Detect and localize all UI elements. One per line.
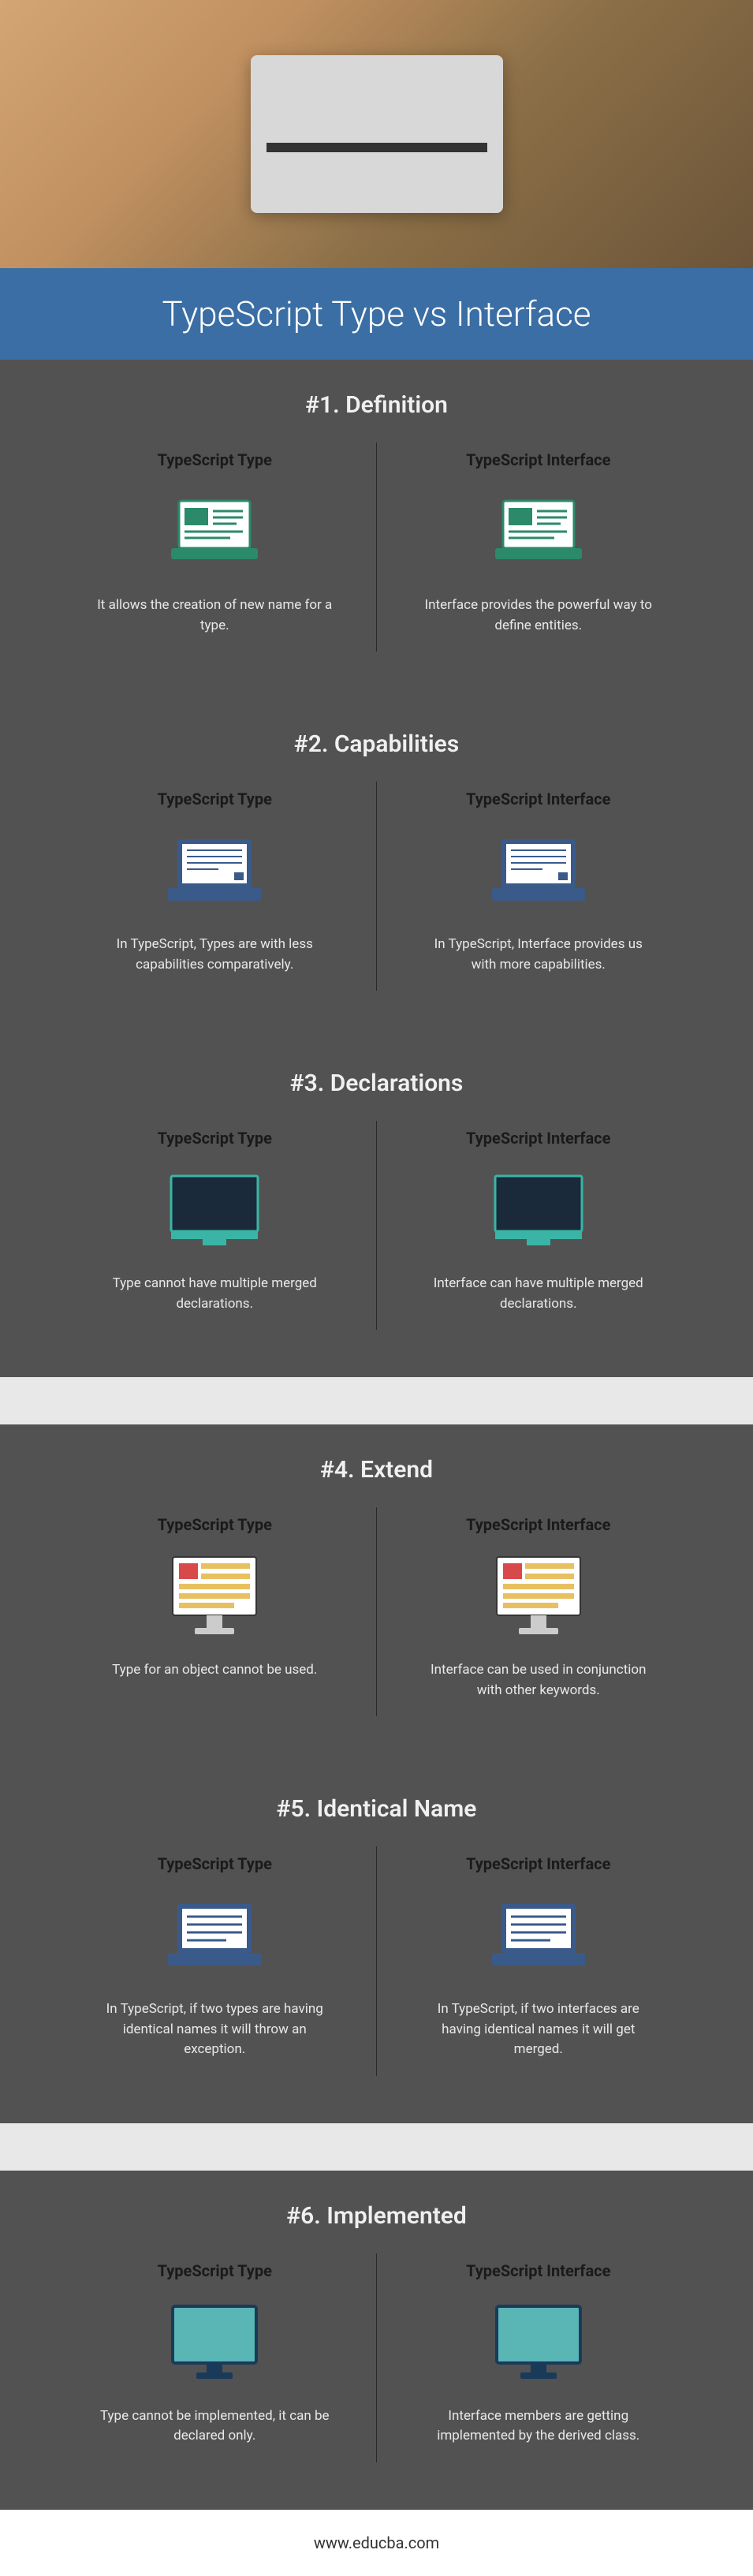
section-declarations: #3. Declarations TypeScript Type Type ca… <box>0 1038 753 1377</box>
col-desc: In TypeScript, if two interfaces are hav… <box>420 1999 657 2060</box>
laptop-bluewhite-icon <box>85 824 345 919</box>
col-interface: TypeScript Interface Interface provides … <box>377 442 700 651</box>
section-title: #6. Implemented <box>0 2202 753 2230</box>
col-type: TypeScript Type Type cannot have multipl… <box>54 1121 378 1330</box>
laptop-green-icon <box>85 485 345 580</box>
monitor-teal-icon <box>85 2296 345 2391</box>
desktop-red-icon <box>408 1550 669 1645</box>
col-heading-interface: TypeScript Interface <box>408 450 669 469</box>
col-heading-type: TypeScript Type <box>85 450 345 469</box>
page-title: TypeScript Type vs Interface <box>0 268 753 360</box>
col-interface: TypeScript Interface Interface members a… <box>377 2253 700 2462</box>
col-heading-interface: TypeScript Interface <box>408 790 669 808</box>
col-desc: It allows the creation of new name for a… <box>96 595 333 636</box>
section-extend: #4. Extend TypeScript Type Type for an o… <box>0 1424 753 1764</box>
laptop-lines-icon <box>85 1889 345 1984</box>
col-type: TypeScript Type It allows the creation o… <box>54 442 378 651</box>
section-capabilities: #2. Capabilities TypeScript Type In Type… <box>0 699 753 1038</box>
col-desc: Interface provides the powerful way to d… <box>420 595 657 636</box>
section-title: #2. Capabilities <box>0 730 753 758</box>
footer-url: www.educba.com <box>0 2510 753 2576</box>
col-heading-type: TypeScript Type <box>85 790 345 808</box>
section-title: #4. Extend <box>0 1456 753 1484</box>
divider <box>0 2123 753 2171</box>
laptop-lines-icon <box>408 1889 669 1984</box>
col-heading-interface: TypeScript Interface <box>408 2261 669 2280</box>
laptop-green-icon <box>408 485 669 580</box>
monitor-dark-icon <box>408 1163 669 1258</box>
col-interface: TypeScript Interface Interface can be us… <box>377 1507 700 1716</box>
col-type: TypeScript Type In TypeScript, Types are… <box>54 782 378 991</box>
col-heading-type: TypeScript Type <box>85 1129 345 1148</box>
col-desc: Type cannot be implemented, it can be de… <box>96 2406 333 2447</box>
hero-image <box>0 0 753 268</box>
col-desc: In TypeScript, if two types are having i… <box>96 1999 333 2060</box>
col-desc: Interface members are getting implemente… <box>420 2406 657 2447</box>
col-type: TypeScript Type Type for an object canno… <box>54 1507 378 1716</box>
laptop-bluewhite-icon <box>408 824 669 919</box>
col-type: TypeScript Type In TypeScript, if two ty… <box>54 1846 378 2076</box>
col-desc: Interface can have multiple merged decla… <box>420 1274 657 1314</box>
col-interface: TypeScript Interface In TypeScript, Inte… <box>377 782 700 991</box>
col-desc: Type for an object cannot be used. <box>96 1660 333 1681</box>
col-heading-type: TypeScript Type <box>85 2261 345 2280</box>
col-heading-interface: TypeScript Interface <box>408 1854 669 1873</box>
col-desc: In TypeScript, Types are with less capab… <box>96 935 333 975</box>
desktop-red-icon <box>85 1550 345 1645</box>
section-definition: #1. Definition TypeScript Type It allows… <box>0 360 753 699</box>
col-interface: TypeScript Interface Interface can have … <box>377 1121 700 1330</box>
col-desc: Interface can be used in conjunction wit… <box>420 1660 657 1701</box>
col-heading-interface: TypeScript Interface <box>408 1515 669 1534</box>
divider <box>0 1377 753 1424</box>
col-heading-type: TypeScript Type <box>85 1515 345 1534</box>
col-heading-type: TypeScript Type <box>85 1854 345 1873</box>
monitor-teal-icon <box>408 2296 669 2391</box>
col-interface: TypeScript Interface In TypeScript, if t… <box>377 1846 700 2076</box>
section-title: #1. Definition <box>0 391 753 419</box>
section-title: #3. Declarations <box>0 1070 753 1097</box>
col-desc: In TypeScript, Interface provides us wit… <box>420 935 657 975</box>
col-type: TypeScript Type Type cannot be implement… <box>54 2253 378 2462</box>
col-desc: Type cannot have multiple merged declara… <box>96 1274 333 1314</box>
col-heading-interface: TypeScript Interface <box>408 1129 669 1148</box>
section-implemented: #6. Implemented TypeScript Type Type can… <box>0 2171 753 2510</box>
section-title: #5. Identical Name <box>0 1795 753 1823</box>
section-identical-name: #5. Identical Name TypeScript Type In Ty… <box>0 1764 753 2123</box>
monitor-dark-icon <box>85 1163 345 1258</box>
